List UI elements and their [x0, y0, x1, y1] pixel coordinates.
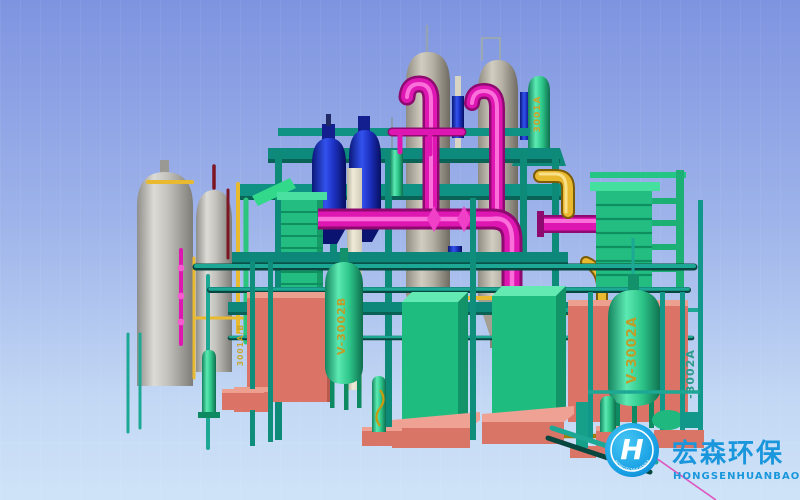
label-3001a: 3001A — [533, 95, 543, 132]
vessel-v3002b: V-3002B — [325, 248, 363, 410]
logo-monogram: H — [620, 433, 643, 466]
green-block-1 — [392, 292, 480, 448]
logo-name-cn: 宏森环保 — [672, 438, 784, 469]
left-plate-heat-exchanger — [277, 192, 327, 300]
label-v3002a: V-3002A — [625, 316, 640, 384]
foundation-center-left — [247, 292, 333, 402]
line-tag-3002a: -3002A — [684, 349, 697, 399]
tank-a — [137, 172, 193, 386]
label-v3002b: V-3002B — [335, 297, 348, 355]
green-block-2 — [482, 286, 574, 444]
pipe-tag-3001ab: 3001A/B — [236, 324, 245, 366]
logo-name-en: HONGSENHUANBAO — [673, 471, 800, 482]
left-storage-tanks — [137, 160, 232, 386]
small-green-drum — [390, 150, 403, 196]
plant-3d-render: 3001A — [0, 0, 800, 500]
